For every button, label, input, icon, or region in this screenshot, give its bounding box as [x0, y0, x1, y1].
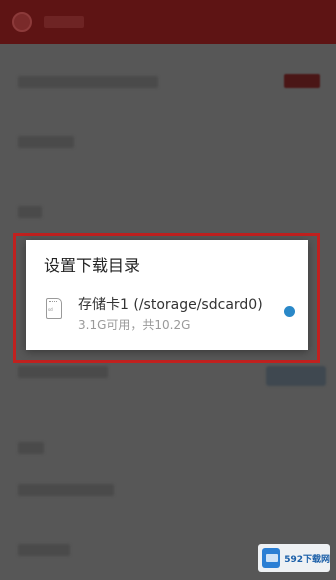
app-bar — [0, 0, 336, 44]
settings-row-3 — [18, 206, 42, 218]
watermark: 592下载网 — [258, 544, 330, 572]
settings-toggle — [266, 366, 326, 386]
settings-row-4 — [18, 366, 108, 378]
settings-row-6 — [18, 484, 114, 496]
settings-row-1 — [18, 76, 158, 88]
settings-row-7 — [18, 544, 70, 556]
settings-row-2 — [18, 136, 74, 148]
storage-option-label: 存储卡1 (/storage/sdcard0) — [78, 297, 263, 313]
download-directory-dialog: 设置下载目录 sd 存储卡1 (/storage/sdcard0) 3.1G可用… — [26, 240, 308, 350]
storage-option-detail: 3.1G可用，共10.2G — [78, 318, 191, 332]
settings-row-5 — [18, 442, 44, 454]
sd-card-icon: sd — [46, 298, 62, 319]
watermark-text: 592下载网 — [284, 554, 330, 565]
app-title-placeholder — [44, 16, 84, 28]
selected-radio-icon[interactable] — [284, 306, 295, 317]
app-logo-icon — [12, 12, 32, 32]
watermark-logo-icon — [262, 548, 281, 568]
dialog-title: 设置下载目录 — [44, 256, 141, 275]
storage-option-sdcard0[interactable]: sd 存储卡1 (/storage/sdcard0) 3.1G可用，共10.2G — [32, 284, 302, 342]
settings-badge — [284, 74, 320, 88]
